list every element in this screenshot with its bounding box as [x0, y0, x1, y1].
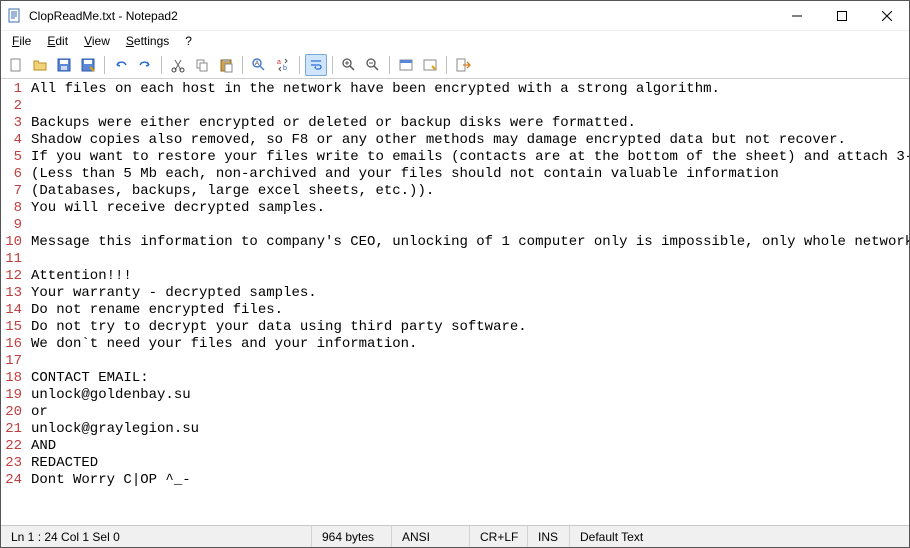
line-number: 13 [1, 285, 22, 302]
line-number: 19 [1, 387, 22, 404]
find-icon[interactable]: A [248, 54, 270, 76]
line-number: 6 [1, 166, 22, 183]
menu-view[interactable]: View [77, 32, 117, 50]
redo-icon[interactable] [134, 54, 156, 76]
text-line[interactable]: (Databases, backups, large excel sheets,… [31, 183, 909, 200]
line-number: 11 [1, 251, 22, 268]
status-scheme[interactable]: Default Text [570, 526, 909, 547]
scheme-icon[interactable] [395, 54, 417, 76]
line-number: 8 [1, 200, 22, 217]
customize-icon[interactable] [419, 54, 441, 76]
text-line[interactable]: Attention!!! [31, 268, 909, 285]
toolbar-separator [332, 56, 333, 74]
line-number: 21 [1, 421, 22, 438]
text-line[interactable]: We don`t need your files and your inform… [31, 336, 909, 353]
minimize-button[interactable] [774, 2, 819, 30]
text-content[interactable]: All files on each host in the network ha… [27, 79, 909, 525]
status-bytes: 964 bytes [312, 526, 392, 547]
line-number: 10 [1, 234, 22, 251]
text-line[interactable]: Do not try to decrypt your data using th… [31, 319, 909, 336]
line-number: 2 [1, 98, 22, 115]
text-line[interactable]: Backups were either encrypted or deleted… [31, 115, 909, 132]
exit-icon[interactable] [452, 54, 474, 76]
statusbar: Ln 1 : 24 Col 1 Sel 0 964 bytes ANSI CR+… [1, 525, 909, 547]
line-number: 18 [1, 370, 22, 387]
svg-text:b: b [283, 65, 287, 72]
toolbar-separator [242, 56, 243, 74]
text-line[interactable]: Shadow copies also removed, so F8 or any… [31, 132, 909, 149]
text-line[interactable]: Do not rename encrypted files. [31, 302, 909, 319]
line-number: 16 [1, 336, 22, 353]
window-title: ClopReadMe.txt - Notepad2 [29, 9, 774, 23]
line-number: 20 [1, 404, 22, 421]
toolbar-separator [389, 56, 390, 74]
status-position: Ln 1 : 24 Col 1 Sel 0 [1, 526, 312, 547]
text-line[interactable]: unlock@graylegion.su [31, 421, 909, 438]
text-line[interactable] [31, 353, 909, 370]
text-line[interactable] [31, 251, 909, 268]
toolbar-separator [446, 56, 447, 74]
editor[interactable]: 123456789101112131415161718192021222324 … [1, 79, 909, 525]
zoom-out-icon[interactable] [362, 54, 384, 76]
text-line[interactable] [31, 98, 909, 115]
toolbar-separator [161, 56, 162, 74]
line-number-gutter: 123456789101112131415161718192021222324 [1, 79, 27, 525]
line-number: 17 [1, 353, 22, 370]
text-line[interactable] [31, 217, 909, 234]
line-number: 22 [1, 438, 22, 455]
status-encoding[interactable]: ANSI [392, 526, 470, 547]
line-number: 14 [1, 302, 22, 319]
text-line[interactable]: Your warranty - decrypted samples. [31, 285, 909, 302]
toolbar: A ab [1, 51, 909, 79]
new-file-icon[interactable] [5, 54, 27, 76]
svg-text:A: A [255, 61, 259, 67]
toolbar-separator [299, 56, 300, 74]
line-number: 15 [1, 319, 22, 336]
text-line[interactable]: AND [31, 438, 909, 455]
text-line[interactable]: If you want to restore your files write … [31, 149, 909, 166]
app-icon [7, 8, 23, 24]
close-button[interactable] [864, 2, 909, 30]
svg-text:a: a [277, 59, 281, 66]
wordwrap-icon[interactable] [305, 54, 327, 76]
line-number: 5 [1, 149, 22, 166]
menu-help[interactable]: ? [178, 32, 199, 50]
text-line[interactable]: Message this information to company's CE… [31, 234, 909, 251]
zoom-in-icon[interactable] [338, 54, 360, 76]
status-mode[interactable]: INS [528, 526, 570, 547]
open-file-icon[interactable] [29, 54, 51, 76]
status-eol[interactable]: CR+LF [470, 526, 528, 547]
text-line[interactable]: or [31, 404, 909, 421]
line-number: 23 [1, 455, 22, 472]
text-line[interactable]: (Less than 5 Mb each, non-archived and y… [31, 166, 909, 183]
line-number: 7 [1, 183, 22, 200]
line-number: 12 [1, 268, 22, 285]
text-line[interactable]: unlock@goldenbay.su [31, 387, 909, 404]
line-number: 3 [1, 115, 22, 132]
menu-settings[interactable]: Settings [119, 32, 176, 50]
text-line[interactable]: CONTACT EMAIL: [31, 370, 909, 387]
text-line[interactable]: REDACTED [31, 455, 909, 472]
cut-icon[interactable] [167, 54, 189, 76]
line-number: 4 [1, 132, 22, 149]
copy-icon[interactable] [191, 54, 213, 76]
line-number: 24 [1, 472, 22, 489]
titlebar: ClopReadMe.txt - Notepad2 [1, 1, 909, 31]
save-icon[interactable] [53, 54, 75, 76]
text-line[interactable]: You will receive decrypted samples. [31, 200, 909, 217]
paste-icon[interactable] [215, 54, 237, 76]
toolbar-separator [104, 56, 105, 74]
line-number: 1 [1, 81, 22, 98]
text-line[interactable]: All files on each host in the network ha… [31, 81, 909, 98]
maximize-button[interactable] [819, 2, 864, 30]
save-as-icon[interactable] [77, 54, 99, 76]
menubar: File Edit View Settings ? [1, 31, 909, 51]
window-controls [774, 2, 909, 30]
undo-icon[interactable] [110, 54, 132, 76]
line-number: 9 [1, 217, 22, 234]
text-line[interactable]: Dont Worry C|OP ^_- [31, 472, 909, 489]
menu-file[interactable]: File [5, 32, 38, 50]
menu-edit[interactable]: Edit [40, 32, 75, 50]
replace-icon[interactable]: ab [272, 54, 294, 76]
